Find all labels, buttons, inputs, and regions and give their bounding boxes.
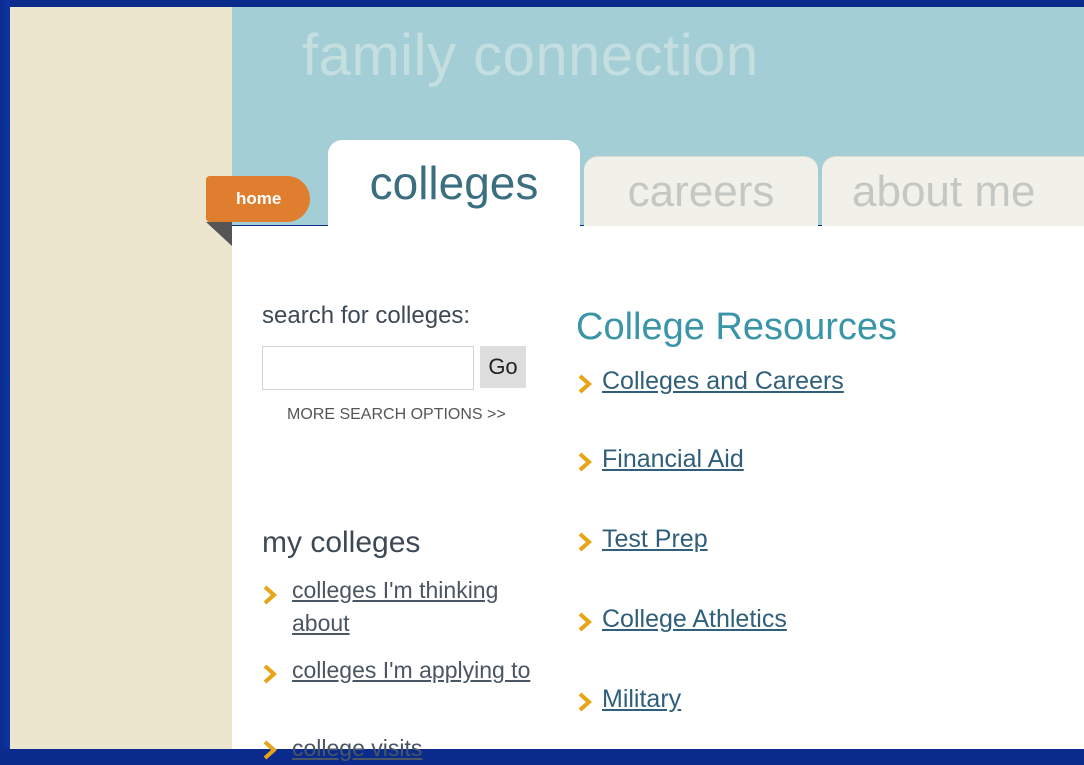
tab-careers[interactable]: careers: [584, 156, 818, 228]
home-button[interactable]: home: [206, 176, 310, 222]
chevron-right-icon: [578, 532, 592, 552]
chevron-right-icon: [263, 664, 277, 684]
chevron-right-icon: [263, 585, 277, 605]
resource-link-military[interactable]: Military: [602, 685, 681, 714]
chevron-right-icon: [578, 452, 592, 472]
chevron-right-icon: [578, 374, 592, 394]
chevron-right-icon: [578, 612, 592, 632]
window-frame-top: [0, 0, 1084, 7]
search-go-button[interactable]: Go: [480, 346, 526, 388]
left-margin-panel: [10, 7, 232, 749]
site-logo[interactable]: family connection: [302, 22, 759, 89]
home-ribbon-fold: [206, 222, 232, 246]
my-colleges-link-thinking[interactable]: colleges I'm thinking about: [292, 574, 542, 640]
tab-colleges[interactable]: colleges: [328, 140, 580, 228]
chevron-right-icon: [578, 692, 592, 712]
college-search-input[interactable]: [262, 346, 474, 390]
resource-link-test-prep[interactable]: Test Prep: [602, 525, 708, 554]
chevron-right-icon: [263, 740, 277, 760]
search-label: search for colleges:: [262, 302, 471, 329]
college-resources-heading: College Resources: [576, 306, 898, 348]
window-frame-left: [0, 0, 10, 749]
resource-link-financial-aid[interactable]: Financial Aid: [602, 445, 744, 474]
resource-link-college-athletics[interactable]: College Athletics: [602, 605, 787, 634]
my-colleges-link-applying[interactable]: colleges I'm applying to: [292, 654, 542, 687]
my-colleges-heading: my colleges: [262, 526, 421, 559]
more-search-options-link[interactable]: MORE SEARCH OPTIONS >>: [287, 406, 506, 424]
resource-link-colleges-and-careers[interactable]: Colleges and Careers: [602, 367, 844, 396]
tab-about-me[interactable]: about me: [822, 156, 1084, 228]
